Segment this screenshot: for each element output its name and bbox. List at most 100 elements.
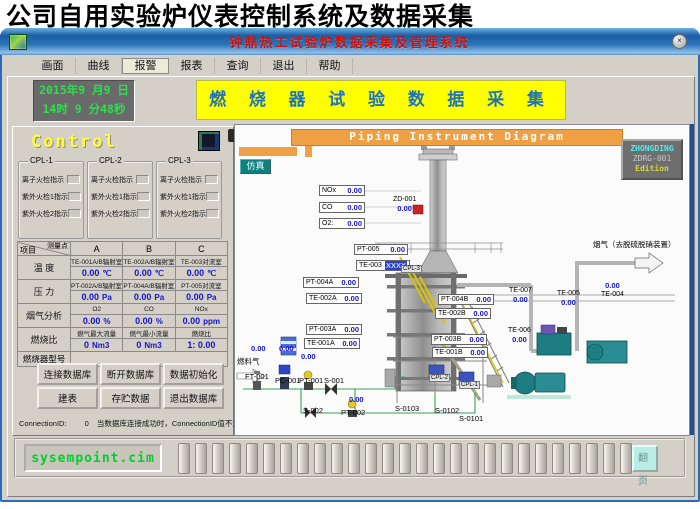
cell-tag: TE-001A/B辐射室下 bbox=[71, 256, 123, 267]
ridge-strip bbox=[178, 443, 632, 474]
menu-item-help[interactable]: 帮助 bbox=[307, 58, 353, 74]
flame-indicator-lamp bbox=[68, 192, 81, 201]
tag-text: PT-003B bbox=[434, 336, 461, 343]
cell-tag: TE-002A/B辐射室上 bbox=[123, 256, 175, 267]
menu-item-exit[interactable]: 退出 bbox=[261, 58, 307, 74]
connection-id-value: 0 bbox=[85, 419, 89, 428]
banner-title: 燃 烧 器 试 验 数 据 采 集 bbox=[196, 80, 566, 120]
database-button-grid: 连接数据库断开数据库数据初始化建表存贮数据退出数据库 bbox=[37, 363, 224, 409]
tag-value: 0.00 bbox=[512, 335, 527, 344]
cell-tag: NOx bbox=[175, 304, 227, 315]
row-label: 压 力 bbox=[18, 280, 71, 304]
flame-indicator-row: 紫外火检2指示 bbox=[88, 205, 152, 222]
flame-indicator-label: 紫外火检1指示 bbox=[91, 192, 137, 202]
table-header-row: 测量点项目ABC bbox=[18, 242, 228, 256]
tag-value: 0.00 bbox=[344, 325, 359, 334]
exit-database-button[interactable]: 退出数据库 bbox=[163, 387, 224, 409]
value-unit: ppm bbox=[203, 317, 220, 326]
value-unit: Nm3 bbox=[144, 341, 161, 350]
pid-label-s-0103: S-0103 bbox=[395, 404, 419, 413]
flame-indicator-label: 离子火检指示 bbox=[91, 175, 133, 185]
cpl-group-title: CPL-3 bbox=[166, 156, 193, 165]
tag-text: ZD-001 bbox=[393, 195, 416, 204]
pid-label-te-006: TE-0060.00 bbox=[508, 326, 531, 344]
flame-indicator-row: 离子火检指示 bbox=[19, 171, 83, 188]
connect-database-button[interactable]: 连接数据库 bbox=[37, 363, 98, 385]
tag-text: PT-005 bbox=[357, 246, 380, 253]
menu-item-report[interactable]: 报表 bbox=[169, 58, 215, 74]
menu-item-curve[interactable]: 曲线 bbox=[76, 58, 122, 74]
cpl-group-3: CPL-3离子火检指示紫外火检1指示紫外火检2指示 bbox=[156, 161, 222, 239]
window-title: 钟鼎热工试验炉数据采集及管理系统 bbox=[27, 32, 672, 51]
value-unit: Pa bbox=[207, 293, 217, 302]
cell-tag: 燃烧比 bbox=[175, 328, 227, 339]
ridge-slot bbox=[569, 443, 581, 474]
connection-id-label: ConnectionID: bbox=[19, 419, 67, 428]
ridge-slot bbox=[229, 443, 241, 474]
create-table-button[interactable]: 建表 bbox=[37, 387, 98, 409]
ridge-slot bbox=[365, 443, 377, 474]
ridge-slot bbox=[586, 443, 598, 474]
page-turn-button[interactable]: 翻 页 bbox=[632, 445, 658, 472]
init-data-button[interactable]: 数据初始化 bbox=[163, 363, 224, 385]
menu-item-screen[interactable]: 画面 bbox=[30, 58, 76, 74]
cell-value: 0.00ppm bbox=[175, 315, 227, 328]
ridge-slot bbox=[331, 443, 343, 474]
menu-bar: 画面曲线报警报表查询退出帮助 bbox=[30, 58, 353, 74]
cpl-group-title: CPL-2 bbox=[97, 156, 124, 165]
connection-id-note: 当数据库连接成功时，ConnectionID值不为零； bbox=[97, 419, 255, 428]
ridge-slot bbox=[603, 443, 615, 474]
fuel-gas-note: 燃料气 bbox=[237, 356, 260, 367]
close-icon[interactable]: × bbox=[672, 34, 687, 49]
row-label: 燃烧比 bbox=[18, 328, 71, 352]
tag-text: TE-007 bbox=[509, 286, 532, 295]
ridge-slot bbox=[246, 443, 258, 474]
store-data-button[interactable]: 存贮数据 bbox=[100, 387, 161, 409]
flame-indicator-label: 离子火检指示 bbox=[160, 175, 202, 185]
table-row: 温 度TE-001A/B辐射室下TE-002A/B辐射室上TE-003对流室 bbox=[18, 256, 228, 267]
pid-label-ft-001: FT-001 bbox=[245, 372, 269, 381]
pid-label-s-001: S-001 bbox=[324, 376, 344, 385]
menu-item-alarm[interactable]: 报警 bbox=[122, 58, 169, 74]
tag-value: 0.00 bbox=[344, 294, 359, 303]
logo-icon bbox=[198, 131, 220, 151]
time-line: 14时 9 分48秒 bbox=[34, 100, 134, 119]
pid-label-pt-001: PT-001 bbox=[299, 376, 323, 385]
control-panel-title: Control bbox=[31, 132, 117, 152]
tag-value: 0.00 bbox=[341, 278, 356, 287]
flame-indicator-label: 紫外火检2指示 bbox=[22, 209, 68, 219]
cell-tag: 燃气最小流量 bbox=[123, 328, 175, 339]
flame-indicator-label: 紫外火检1指示 bbox=[160, 192, 206, 202]
pid-label-te-002b: TE-002B0.00 bbox=[435, 308, 491, 319]
flame-indicator-lamp bbox=[136, 175, 149, 184]
value-text: 0.00 bbox=[82, 292, 100, 302]
date-line: 2015年9 月9 日 bbox=[34, 81, 134, 100]
tag-value: 0.00 bbox=[347, 186, 362, 195]
value-text: 0.00 bbox=[187, 268, 205, 278]
menu-item-query[interactable]: 查询 bbox=[215, 58, 261, 74]
pid-label-pt-004b: PT-004B 0.00 bbox=[438, 294, 494, 305]
connection-status: ConnectionID: 0 当数据库连接成功时，ConnectionID值不… bbox=[19, 418, 229, 429]
flame-indicator-row: 紫外火检1指示 bbox=[157, 188, 221, 205]
tag-text: PT-004B bbox=[441, 296, 468, 303]
flame-indicator-lamp bbox=[68, 209, 81, 218]
value-text: 0.00 bbox=[135, 316, 153, 326]
tag-value: 0.00 bbox=[347, 219, 362, 228]
disconnect-database-button[interactable]: 断开数据库 bbox=[100, 363, 161, 385]
flame-indicator-label: 紫外火检2指示 bbox=[91, 209, 137, 219]
flame-indicator-row: 离子火检指示 bbox=[157, 171, 221, 188]
orange-tag bbox=[305, 146, 312, 157]
tag-value: 0.00 bbox=[476, 295, 491, 304]
cell-tag: O2 bbox=[71, 304, 123, 315]
tag-text: O2: bbox=[322, 220, 333, 227]
ridge-slot bbox=[195, 443, 207, 474]
cell-value: 0Nm3 bbox=[123, 339, 175, 352]
pid-label-te-002a: TE-002A0.00 bbox=[306, 293, 362, 304]
ridge-slot bbox=[382, 443, 394, 474]
tag-text: TE-001A bbox=[307, 340, 335, 347]
cell-tag: PT-002A/B辐射室下 bbox=[71, 280, 123, 291]
simulation-button[interactable]: 仿真 bbox=[240, 159, 271, 174]
corner-top-label: 测量点 bbox=[47, 242, 68, 252]
value-text: 0 bbox=[84, 340, 89, 350]
ridge-slot bbox=[450, 443, 462, 474]
